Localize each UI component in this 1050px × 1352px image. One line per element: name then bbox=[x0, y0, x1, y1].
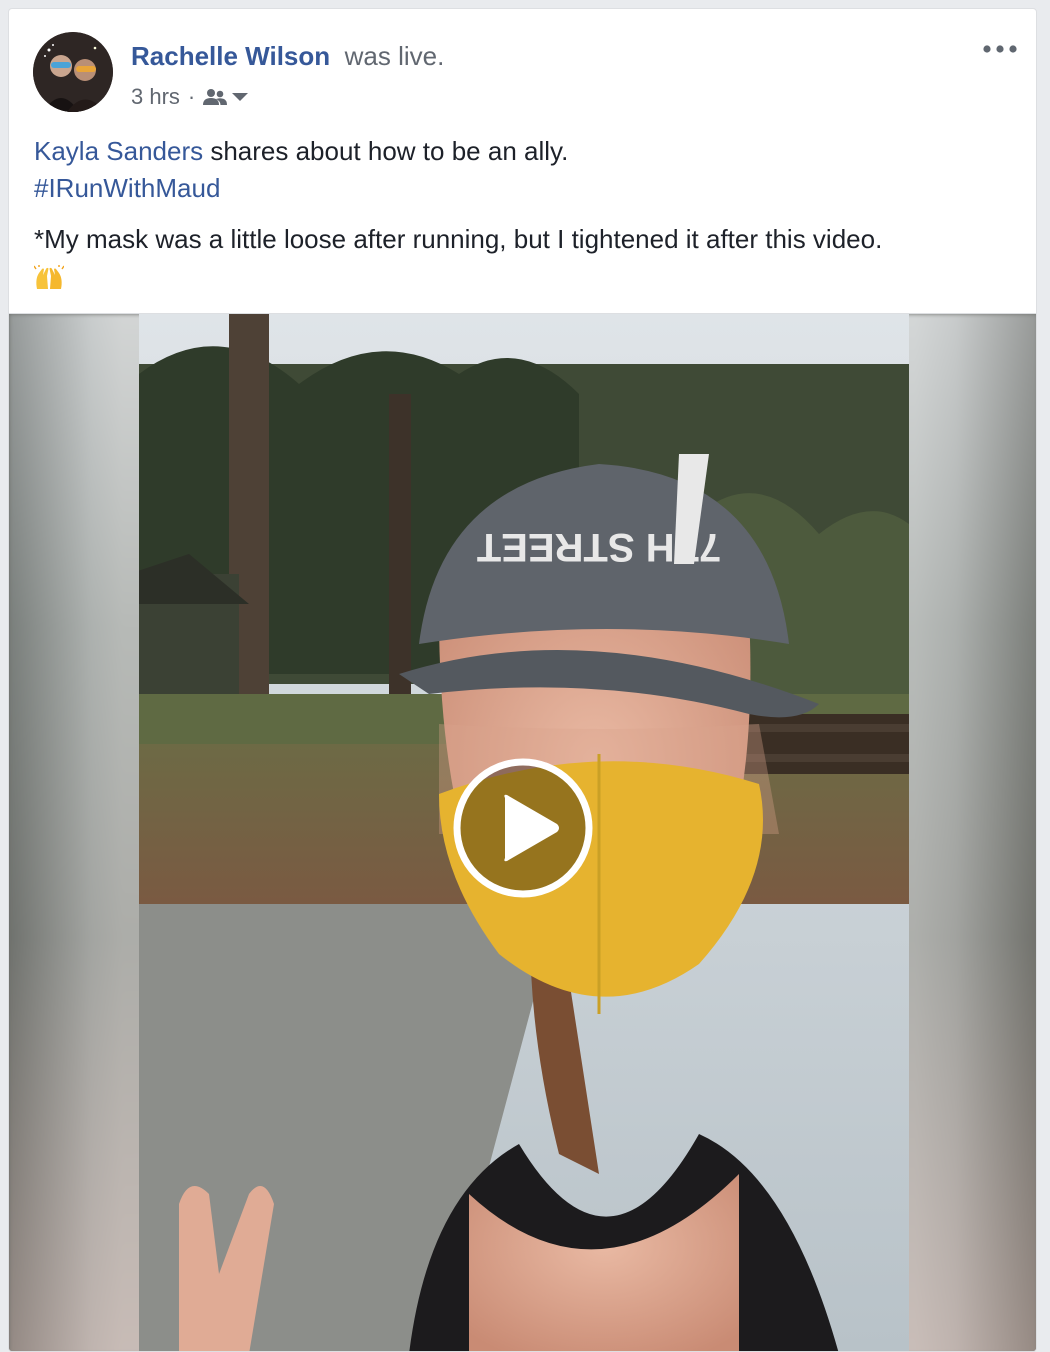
post-line1-text: shares about how to be an ally. bbox=[203, 136, 569, 166]
play-icon bbox=[453, 758, 593, 898]
post-paragraph-1: Kayla Sanders shares about how to be an … bbox=[34, 133, 1024, 207]
post-card: Rachelle Wilson was live. 3 hrs · Kayla … bbox=[8, 8, 1037, 1352]
post-body: Kayla Sanders shares about how to be an … bbox=[34, 133, 1024, 295]
chevron-down-icon bbox=[232, 93, 249, 101]
post-timestamp[interactable]: 3 hrs bbox=[131, 83, 180, 111]
ellipsis-icon bbox=[983, 45, 1017, 53]
author-line: Rachelle Wilson was live. bbox=[131, 41, 444, 71]
raising-hands-emoji bbox=[34, 265, 64, 290]
author-avatar[interactable] bbox=[33, 32, 113, 112]
post-meta: 3 hrs · bbox=[131, 83, 249, 111]
friends-icon bbox=[203, 89, 228, 105]
post-line2-text: *My mask was a little loose after runnin… bbox=[34, 224, 883, 254]
post-paragraph-2: *My mask was a little loose after runnin… bbox=[34, 221, 1024, 295]
play-button[interactable] bbox=[453, 758, 593, 898]
author-action-text: was live. bbox=[344, 41, 445, 71]
audience-selector[interactable] bbox=[203, 88, 249, 106]
meta-separator: · bbox=[187, 84, 196, 109]
author-action bbox=[337, 41, 344, 71]
video-player[interactable]: 7TH STREET bbox=[9, 313, 1036, 1351]
hashtag-link[interactable]: #IRunWithMaud bbox=[34, 173, 220, 203]
more-options-button[interactable] bbox=[980, 37, 1020, 61]
mention-link[interactable]: Kayla Sanders bbox=[34, 136, 203, 166]
avatar-image bbox=[33, 32, 113, 112]
post-header: Rachelle Wilson was live. 3 hrs · bbox=[9, 9, 1036, 119]
author-name-link[interactable]: Rachelle Wilson bbox=[131, 41, 330, 71]
